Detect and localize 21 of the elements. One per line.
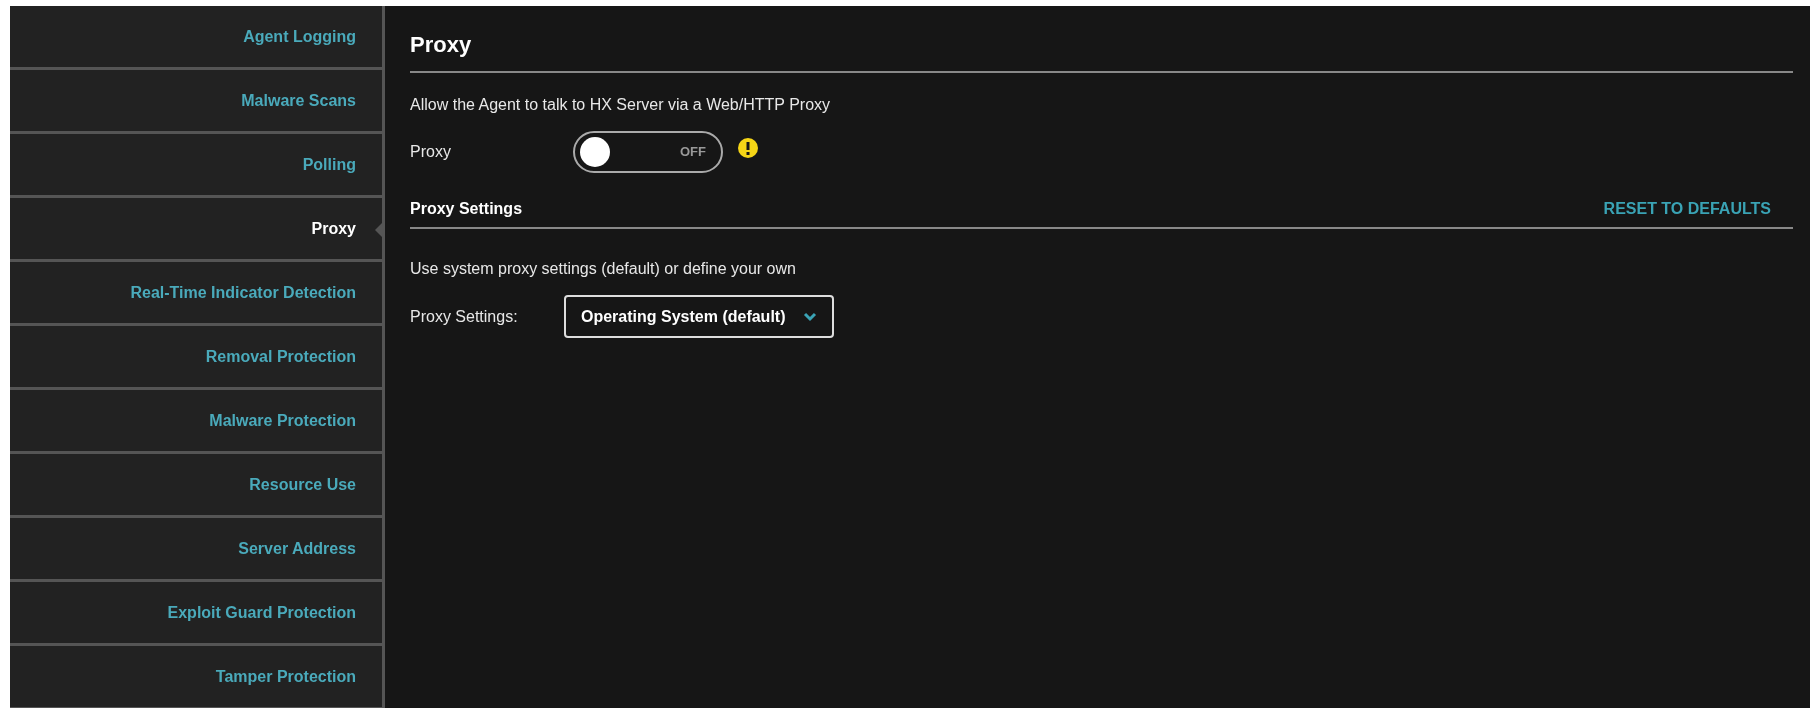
sidebar-item[interactable]: Tamper Protection xyxy=(10,646,382,708)
toggle-knob xyxy=(580,137,610,167)
proxy-settings-select[interactable]: Operating System (default) xyxy=(564,295,835,338)
toggle-label: Proxy xyxy=(410,142,452,162)
sidebar-item[interactable]: Malware Scans xyxy=(10,70,382,134)
chevron-down-icon xyxy=(803,311,818,322)
sidebar-item[interactable]: Server Address xyxy=(10,518,382,582)
sidebar-item[interactable]: Exploit Guard Protection xyxy=(10,582,382,646)
settings-description: Use system proxy settings (default) or define your own xyxy=(410,259,797,279)
sidebar-item[interactable]: Agent Logging xyxy=(10,6,382,70)
sidebar-item[interactable]: Polling xyxy=(10,134,382,198)
proxy-toggle[interactable]: OFF xyxy=(573,131,723,173)
sidebar-item[interactable]: Real-Time Indicator Detection xyxy=(10,262,382,326)
sidebar-item[interactable]: Removal Protection xyxy=(10,326,382,390)
section-title: Proxy Settings xyxy=(410,199,523,219)
select-label: Proxy Settings: xyxy=(410,306,519,327)
description: Allow the Agent to talk to HX Server via a Web/HTTP Proxy xyxy=(410,95,832,115)
sidebar-item[interactable]: Malware Protection xyxy=(10,390,382,454)
sidebar-item[interactable]: Resource Use xyxy=(10,454,382,518)
reset-link[interactable]: RESET TO DEFAULTS xyxy=(1603,197,1771,221)
page-title: Proxy xyxy=(410,31,473,59)
